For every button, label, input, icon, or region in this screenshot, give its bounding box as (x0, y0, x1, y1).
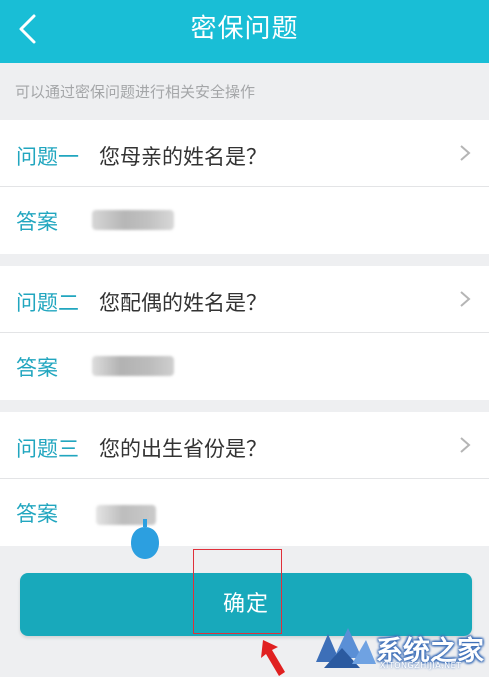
chevron-right-icon (460, 291, 471, 307)
chevron-right-icon (460, 145, 471, 161)
answer-label: 答案 (16, 210, 58, 234)
answer-field-3[interactable]: 答案 (0, 479, 489, 545)
question-select-3[interactable]: 问题三 您的出生省份是？ (0, 412, 489, 478)
chevron-right-icon (460, 437, 471, 453)
answer-field-1[interactable]: 答案 (0, 187, 489, 253)
question-label: 问题三 (16, 437, 79, 461)
red-arrow-icon (261, 640, 285, 676)
watermark-subtext: XITONGZHIJIA.NET (380, 661, 462, 670)
answer-field-2[interactable]: 答案 (0, 333, 489, 399)
highlight-box (193, 549, 282, 634)
top-bar: 密保问题 (0, 0, 489, 63)
answer-label: 答案 (16, 356, 58, 380)
page-title: 密保问题 (190, 14, 299, 44)
blurred-answer (92, 356, 174, 376)
question-select-1[interactable]: 问题一 您母亲的姓名是？ (0, 120, 489, 186)
question-label: 问题一 (16, 145, 79, 169)
question-text: 您母亲的姓名是？ (99, 145, 267, 169)
question-card-1: 问题一 您母亲的姓名是？ 答案 (0, 120, 489, 254)
hint-text: 可以通过密保问题进行相关安全操作 (15, 83, 256, 101)
text-cursor-handle-icon[interactable] (129, 519, 161, 561)
question-card-3: 问题三 您的出生省份是？ 答案 (0, 412, 489, 546)
question-label: 问题二 (16, 291, 79, 315)
question-select-2[interactable]: 问题二 您配偶的姓名是？ (0, 266, 489, 332)
blurred-answer (92, 210, 174, 230)
question-text: 您配偶的姓名是？ (99, 291, 267, 315)
question-card-2: 问题二 您配偶的姓名是？ 答案 (0, 266, 489, 400)
answer-label: 答案 (16, 502, 58, 526)
question-text: 您的出生省份是？ (99, 437, 267, 461)
